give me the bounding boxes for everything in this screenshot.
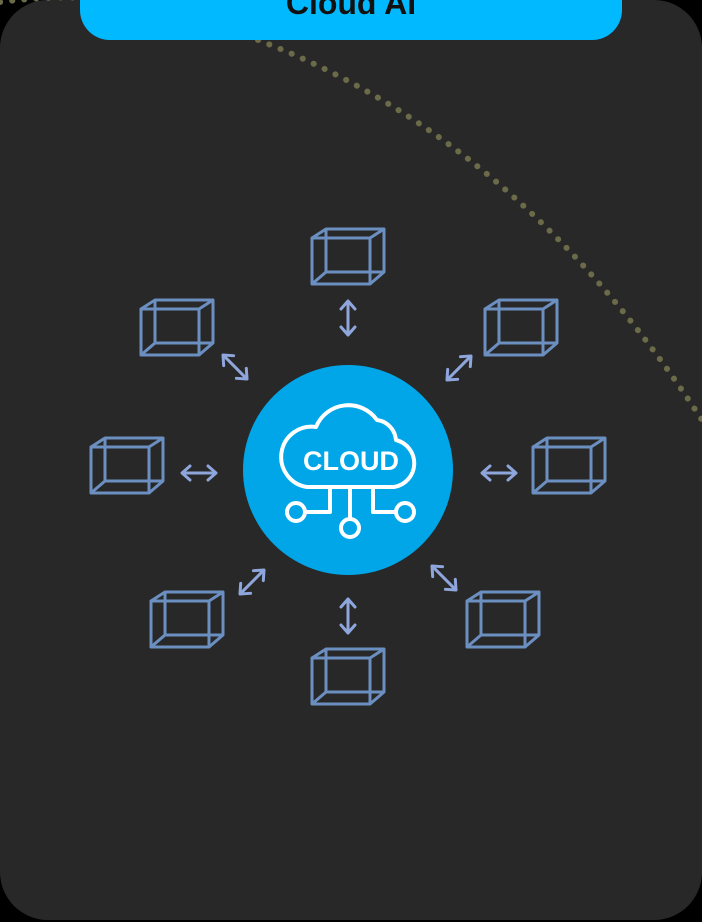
double-arrow-icon-bottom-left bbox=[233, 563, 271, 601]
double-arrow-icon-left bbox=[180, 464, 218, 482]
hub-label: CLOUD bbox=[303, 446, 399, 476]
double-arrow-icon-bottom bbox=[339, 597, 357, 635]
cube-icon-top bbox=[310, 227, 386, 286]
title-banner: Cloud AI bbox=[80, 0, 622, 40]
cube-icon-bottom-left bbox=[149, 590, 225, 649]
double-arrow-icon-right bbox=[480, 464, 518, 482]
cube-icon-bottom bbox=[310, 647, 386, 706]
double-arrow-icon-top bbox=[339, 299, 357, 337]
cube-icon-left bbox=[89, 436, 165, 495]
dotted-curve bbox=[0, 0, 702, 423]
cube-icon-bottom-right bbox=[465, 590, 541, 649]
double-arrow-icon-bottom-right bbox=[425, 559, 463, 597]
cube-icon-right bbox=[531, 436, 607, 495]
double-arrow-icon-top-right bbox=[440, 349, 478, 387]
cube-icon-top-left bbox=[139, 298, 215, 357]
diagram-stage: CLOUD Cloud AI bbox=[0, 0, 702, 922]
diagram-canvas: CLOUD bbox=[0, 0, 702, 706]
cube-icon-top-right bbox=[483, 298, 559, 357]
page-title: Cloud AI bbox=[285, 0, 417, 21]
double-arrow-icon-top-left bbox=[216, 348, 254, 386]
